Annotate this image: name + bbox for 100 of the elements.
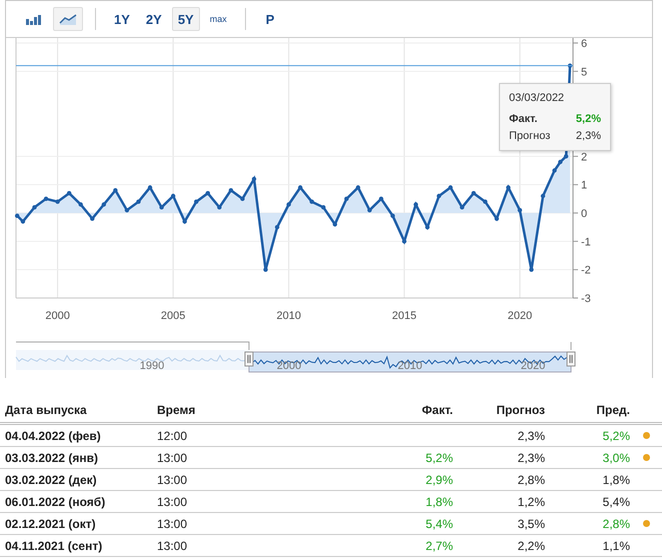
data-point (540, 194, 546, 198)
actual-value: 5,2% (424, 450, 453, 464)
data-point (252, 176, 256, 182)
data-point (529, 267, 534, 272)
y-tick-label: -2 (581, 264, 591, 277)
x-tick-label: 2020 (508, 310, 532, 322)
data-point (44, 196, 48, 202)
y-tick-label: 5 (581, 66, 588, 78)
tooltip-value: 2,3% (576, 130, 601, 142)
data-point (102, 202, 106, 207)
forecast-value: 3,5% (516, 516, 545, 530)
data-point (494, 216, 499, 221)
data-point (78, 202, 83, 207)
release-date: 02.12.2021 (окт) (5, 516, 97, 530)
actual-value: 2,7% (424, 538, 453, 552)
release-time: 13:00 (157, 516, 188, 530)
y-tick-label: -1 (581, 236, 591, 248)
data-point (425, 224, 430, 230)
data-point (66, 190, 72, 196)
data-point (113, 188, 118, 193)
data-point (206, 190, 210, 196)
column-header: Факт. (420, 403, 453, 417)
actual-value: 1,8% (424, 494, 453, 508)
data-point (228, 188, 234, 193)
y-tick-label: 6 (581, 38, 588, 50)
data-point (32, 205, 37, 210)
x-tick-label: 2010 (276, 310, 301, 322)
release-time: 13:00 (157, 472, 188, 486)
y-tick-label: -3 (581, 293, 591, 305)
release-date: 04.04.2022 (фев) (5, 428, 102, 442)
data-point (482, 199, 488, 204)
x-tick-label: 2000 (45, 310, 70, 322)
release-date: 03.02.2022 (дек) (5, 472, 98, 486)
data-point (286, 202, 291, 207)
data-point (274, 224, 280, 230)
release-time: 13:00 (157, 538, 188, 552)
x-tick-label: 2005 (160, 310, 186, 322)
data-point (506, 185, 510, 190)
y-tick-label: 2 (581, 151, 588, 164)
data-point (436, 194, 442, 198)
bar-chart-icon (25, 12, 43, 26)
release-time: 13:00 (157, 494, 188, 508)
data-point (367, 208, 372, 212)
column-header: Дата выпуска (5, 403, 88, 417)
previous-value: 5,4% (602, 494, 630, 508)
y-tick-label: 1 (581, 180, 588, 192)
data-point (194, 199, 198, 204)
data-point (217, 205, 222, 210)
data-point (310, 199, 314, 204)
range-handle[interactable] (244, 352, 254, 366)
forecast-value: 2,3% (516, 428, 545, 442)
release-date: 03.03.2022 (янв) (5, 450, 100, 464)
column-header: Время (157, 403, 196, 417)
previous-value: 1,1% (602, 538, 630, 552)
range-button[interactable]: 1Y (108, 7, 136, 31)
data-point (460, 205, 464, 210)
release-time: 13:00 (157, 450, 188, 464)
range-handle[interactable] (566, 352, 576, 366)
forecast-value: 2,8% (516, 472, 545, 486)
data-point (124, 208, 130, 212)
data-point (263, 267, 268, 272)
y-tick-label: 0 (581, 208, 588, 220)
actual-value: 5,4% (424, 516, 453, 530)
data-point (471, 190, 476, 196)
previous-value: 5,2% (602, 428, 630, 442)
release-date: 04.11.2021 (сент) (5, 538, 104, 552)
data-point (414, 202, 418, 207)
data-point (90, 216, 94, 221)
data-point (321, 205, 326, 210)
tooltip-label: Факт. (509, 113, 538, 125)
tooltip-value: 5,2% (576, 113, 601, 125)
range-button[interactable]: 2Y (140, 7, 168, 31)
range-button[interactable]: max (204, 7, 233, 31)
forecast-value: 1,2% (516, 494, 545, 508)
data-point (182, 219, 187, 224)
data-point (344, 196, 349, 202)
column-header: Пред. (595, 403, 630, 417)
forecast-value: 2,3% (516, 450, 545, 464)
data-point (55, 199, 60, 204)
previous-value: 2,8% (602, 516, 630, 530)
line-chart-icon (59, 12, 77, 26)
line-chart-button[interactable] (53, 7, 83, 31)
data-point (448, 185, 453, 190)
navigator-year-label: 1990 (140, 360, 164, 372)
p-button[interactable]: P (258, 7, 282, 31)
data-point (298, 185, 302, 190)
actual-value: 2,9% (424, 472, 453, 486)
column-header: Прогноз (495, 403, 545, 417)
forecast-value: 2,2% (516, 538, 545, 552)
previous-value: 3,0% (602, 450, 630, 464)
navigator-year-label: 2000 (276, 360, 302, 372)
previous-value: 1,8% (602, 472, 630, 486)
range-button[interactable]: 5Y (172, 7, 200, 31)
data-point (568, 63, 572, 68)
data-point (552, 168, 557, 173)
x-tick-label: 2015 (392, 310, 417, 322)
data-point (390, 214, 395, 218)
data-point (240, 196, 245, 202)
release-time: 12:00 (157, 428, 188, 442)
data-point (136, 199, 141, 204)
